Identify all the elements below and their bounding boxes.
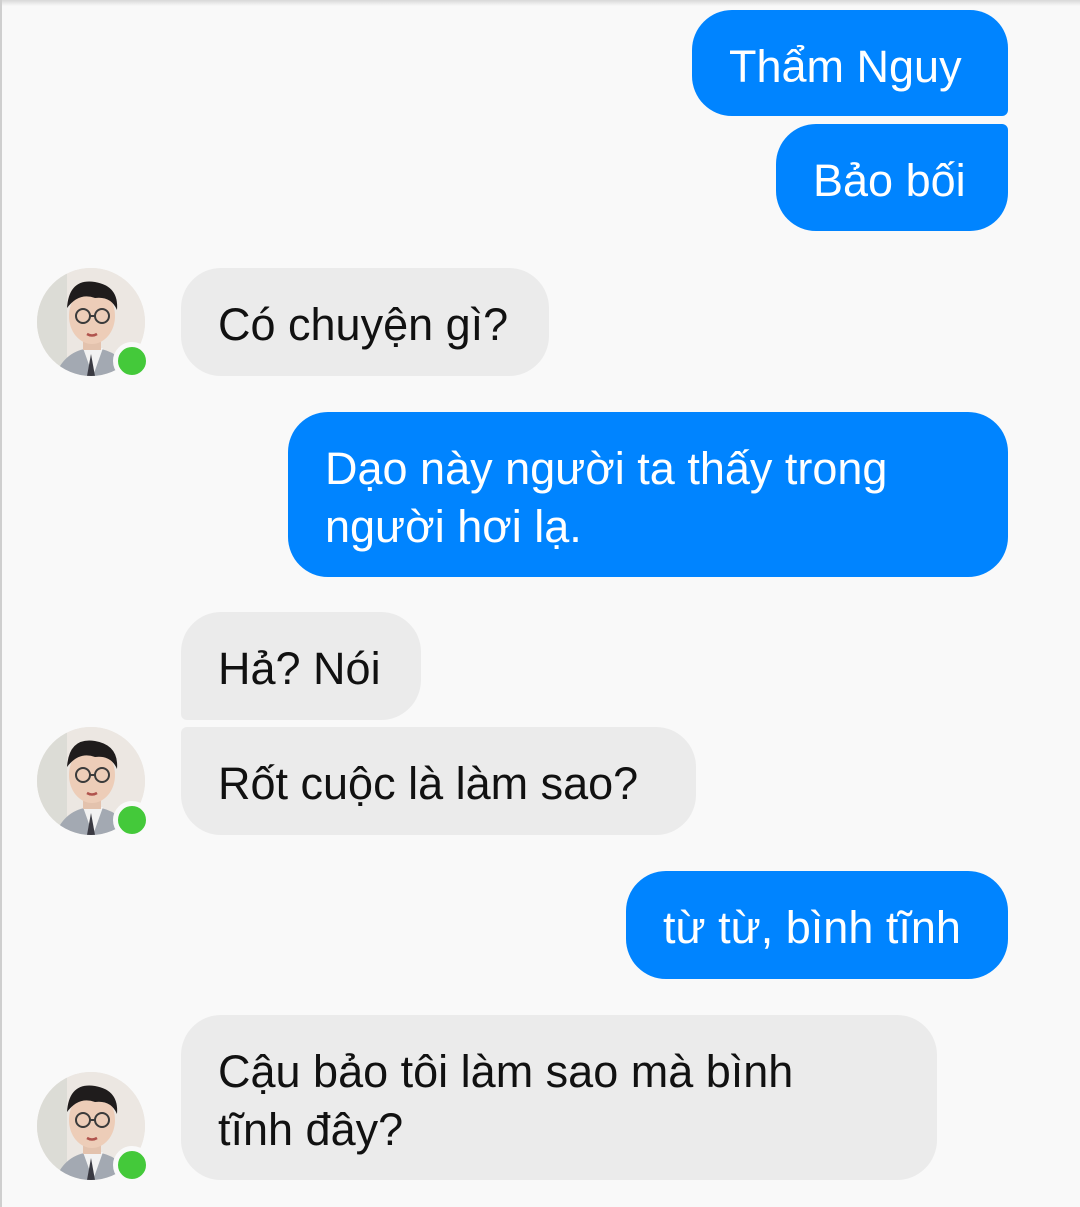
contact-avatar[interactable]	[37, 268, 151, 380]
message-text-line: Cậu bảo tôi làm sao mà bình	[218, 1046, 794, 1097]
incoming-message-bubble[interactable]: Có chuyện gì?	[181, 268, 549, 376]
incoming-message-bubble[interactable]: Hả? Nói	[181, 612, 421, 720]
message-text: Bảo bối	[813, 155, 966, 206]
top-edge-shadow	[0, 0, 1080, 6]
online-status-icon	[113, 342, 151, 380]
left-edge-line	[0, 0, 2, 1207]
contact-avatar[interactable]	[37, 1072, 151, 1184]
incoming-message-bubble[interactable]: Rốt cuộc là làm sao?	[181, 727, 696, 835]
outgoing-message-bubble[interactable]: Bảo bối	[776, 124, 1008, 231]
message-text: Rốt cuộc là làm sao?	[218, 758, 639, 809]
outgoing-message-bubble[interactable]: từ từ, bình tĩnh	[626, 871, 1008, 979]
message-text-line: tĩnh đây?	[218, 1104, 404, 1155]
message-text-line: người hơi lạ.	[325, 501, 582, 552]
message-text-line: Dạo này người ta thấy trong	[325, 443, 888, 494]
outgoing-message-bubble[interactable]: Thẩm Nguy	[692, 10, 1008, 116]
online-status-icon	[113, 801, 151, 839]
message-text: Thẩm Nguy	[729, 41, 962, 92]
message-text: Có chuyện gì?	[218, 299, 509, 350]
incoming-message-bubble[interactable]: Cậu bảo tôi làm sao mà bình tĩnh đây?	[181, 1015, 937, 1180]
message-text: từ từ, bình tĩnh	[663, 902, 961, 953]
contact-avatar[interactable]	[37, 727, 151, 839]
online-status-icon	[113, 1146, 151, 1184]
outgoing-message-bubble[interactable]: Dạo này người ta thấy trong người hơi lạ…	[288, 412, 1008, 577]
message-text: Hả? Nói	[218, 643, 381, 694]
